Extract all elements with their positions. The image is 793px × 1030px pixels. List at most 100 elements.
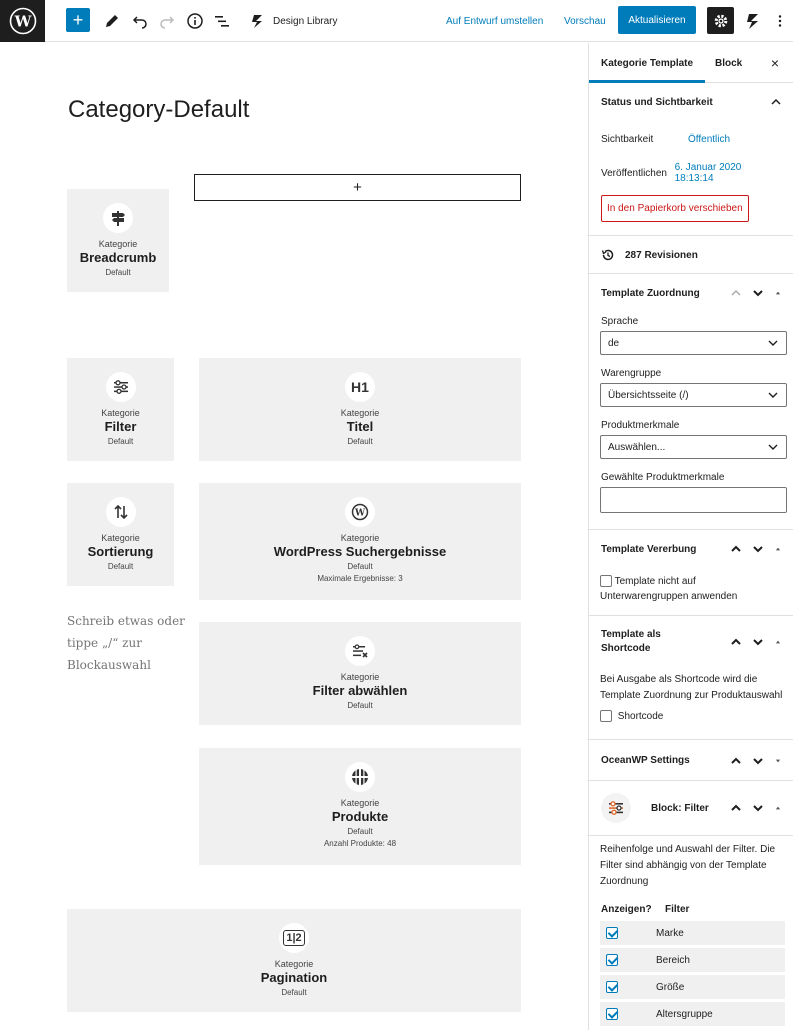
close-sidebar-button[interactable]: × xyxy=(771,43,779,83)
block-name: Filter xyxy=(104,419,137,434)
wordpress-logo-icon[interactable]: W xyxy=(0,0,45,42)
move-up-icon[interactable] xyxy=(729,801,743,815)
details-button[interactable] xyxy=(185,0,205,42)
block-filter-abwaehlen[interactable]: Kategorie Filter abwählen Default xyxy=(199,622,521,725)
settings-button[interactable] xyxy=(707,7,734,34)
move-up-icon[interactable] xyxy=(729,542,743,556)
panel-title: Template Zuordnung xyxy=(601,287,700,299)
filter-row: Bereich xyxy=(600,948,785,972)
block-product-count: Anzahl Produkte: 48 xyxy=(323,839,397,848)
block-wordpress-suchergebnisse[interactable]: W Kategorie WordPress Suchergebnisse Def… xyxy=(199,483,521,600)
filter-checkbox-groesse[interactable] xyxy=(606,981,618,993)
update-button[interactable]: Aktualisieren xyxy=(618,6,696,34)
stackable-settings-button[interactable] xyxy=(742,0,764,42)
trash-button[interactable]: In den Papierkorb verschieben xyxy=(601,195,749,222)
collapse-icon[interactable] xyxy=(773,286,783,300)
panel-oceanwp-header[interactable]: OceanWP Settings xyxy=(589,740,793,781)
panel-shortcode-header[interactable]: Template als Shortcode xyxy=(589,616,793,668)
move-down-icon[interactable] xyxy=(751,801,765,815)
panel-title: OceanWP Settings xyxy=(601,755,690,766)
undo-button[interactable] xyxy=(130,0,150,42)
filter-checkbox-altersgruppe[interactable] xyxy=(606,1008,618,1020)
info-icon xyxy=(187,13,203,29)
outline-button[interactable] xyxy=(212,0,232,42)
publish-date[interactable]: 6. Januar 2020 18:13:14 xyxy=(675,162,781,184)
design-library-label: Design Library xyxy=(273,15,338,27)
more-vertical-icon xyxy=(778,15,782,27)
tab-kategorie-template[interactable]: Kategorie Template xyxy=(589,43,705,83)
filter-label: Altersgruppe xyxy=(656,1008,713,1020)
revisions-row: 287 Revisionen xyxy=(589,236,793,274)
language-label: Sprache xyxy=(601,316,639,327)
panel-block-filter-header[interactable]: Block: Filter xyxy=(589,781,793,835)
chosen-features-field: Gewählte Produktmerkmale xyxy=(589,459,793,513)
add-block-button[interactable]: + xyxy=(66,8,90,32)
block-kategorie-label: Kategorie xyxy=(274,959,314,969)
tab-block[interactable]: Block xyxy=(703,43,754,83)
publish-label: Veröffentlichen xyxy=(601,167,667,179)
panel-revisions[interactable]: 287 Revisionen xyxy=(589,236,793,274)
chosen-features-input[interactable] xyxy=(600,487,787,513)
block-name: WordPress Suchergebnisse xyxy=(273,544,447,559)
expand-icon[interactable] xyxy=(773,754,783,768)
move-down-icon[interactable] xyxy=(751,635,765,649)
col-filter-label: Filter xyxy=(665,904,690,915)
move-down-icon[interactable] xyxy=(751,286,765,300)
preview-link[interactable]: Vorschau xyxy=(564,0,606,42)
filter-checkbox-bereich[interactable] xyxy=(606,954,618,966)
stackable-logo-icon xyxy=(252,15,262,28)
pagination-icon: 1|2 xyxy=(279,923,309,953)
heading-icon-text: H1 xyxy=(351,379,369,395)
move-up-icon[interactable] xyxy=(729,286,743,300)
panel-template-vererbung-header[interactable]: Template Vererbung xyxy=(589,530,793,568)
inheritance-checkbox[interactable] xyxy=(600,575,612,588)
language-select[interactable]: de xyxy=(600,331,787,355)
signpost-icon xyxy=(103,203,133,233)
filter-row: Größe xyxy=(600,975,785,999)
redo-button[interactable] xyxy=(157,0,177,42)
collapse-icon[interactable] xyxy=(773,801,783,815)
block-breadcrumb[interactable]: Kategorie Breadcrumb Default xyxy=(67,189,169,292)
collapse-icon[interactable] xyxy=(773,542,783,556)
heading-icon: H1 xyxy=(345,372,375,402)
block-default-label: Default xyxy=(281,988,307,997)
block-filter[interactable]: Kategorie Filter Default xyxy=(67,358,174,461)
shortcode-checkbox[interactable] xyxy=(600,710,612,722)
group-label: Warengruppe xyxy=(601,368,662,379)
block-default-label: Default xyxy=(347,827,373,836)
filter-checkbox-marke[interactable] xyxy=(606,927,618,939)
chosen-features-label: Gewählte Produktmerkmale xyxy=(601,472,725,483)
page-title[interactable]: Category-Default xyxy=(68,96,249,124)
edit-tool-button[interactable] xyxy=(102,0,122,42)
move-down-icon[interactable] xyxy=(751,754,765,768)
block-appender-button[interactable]: + xyxy=(194,174,521,201)
block-name: Sortierung xyxy=(87,544,154,559)
block-titel[interactable]: H1 Kategorie Titel Default xyxy=(199,358,521,461)
features-select[interactable]: Auswählen... xyxy=(600,435,787,459)
block-sortierung[interactable]: Kategorie Sortierung Default xyxy=(67,483,174,586)
block-produkte[interactable]: Kategorie Produkte Default Anzahl Produk… xyxy=(199,748,521,865)
block-pagination[interactable]: 1|2 Kategorie Pagination Default xyxy=(67,909,521,1012)
panel-title: Block: Filter xyxy=(651,802,709,814)
panel-template-zuordnung-header[interactable]: Template Zuordnung xyxy=(589,274,793,312)
block-default-label: Default xyxy=(347,437,373,446)
group-select[interactable]: Übersichtsseite (/) xyxy=(600,383,787,407)
block-max-results: Maximale Ergebnisse: 3 xyxy=(317,574,403,583)
filter-table-header: Anzeigen? Filter xyxy=(589,890,793,921)
filter-remove-icon xyxy=(345,636,375,666)
collapse-icon[interactable] xyxy=(773,635,783,649)
block-default-label: Default xyxy=(105,268,131,277)
move-up-icon[interactable] xyxy=(729,754,743,768)
more-options-button[interactable] xyxy=(772,0,788,42)
panel-title: Template Vererbung xyxy=(601,543,697,555)
block-kategorie-label: Kategorie xyxy=(340,408,380,418)
design-library-button[interactable]: Design Library xyxy=(250,0,337,42)
visibility-value[interactable]: Öffentlich xyxy=(688,134,730,145)
block-default-label: Default xyxy=(347,562,373,571)
stackable-logo-icon xyxy=(747,14,758,29)
paragraph-placeholder[interactable]: Schreib etwas oder tippe „/“ zur Blockau… xyxy=(67,610,185,676)
save-draft-link[interactable]: Auf Entwurf umstellen xyxy=(446,0,543,42)
move-up-icon[interactable] xyxy=(729,635,743,649)
panel-status-header[interactable]: Status und Sichtbarkeit xyxy=(589,83,793,121)
move-down-icon[interactable] xyxy=(751,542,765,556)
